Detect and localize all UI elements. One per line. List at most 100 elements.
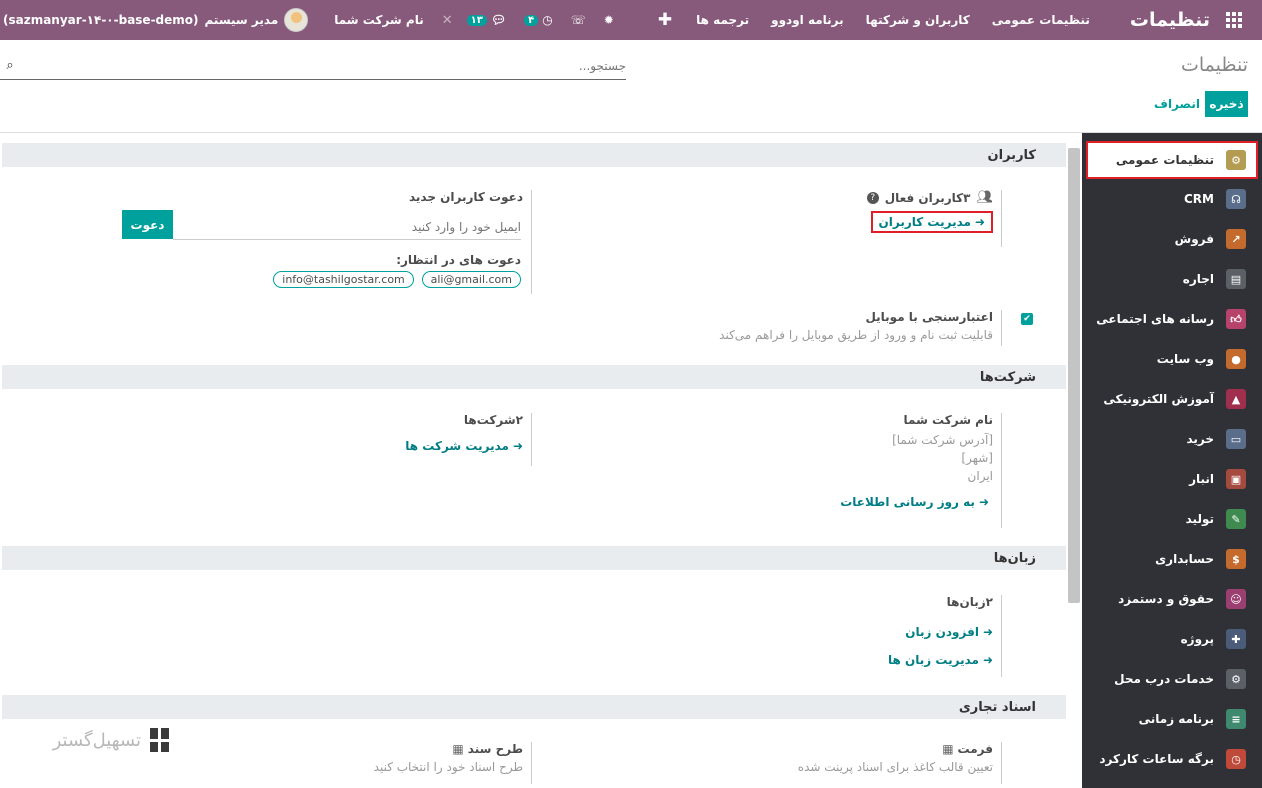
discard-button[interactable]: انصراف [1154,91,1200,117]
database-name: (sazmanyar-۱۴-۰-base-demo) [3,13,199,27]
manage-companies-link[interactable]: ➜مدیریت شرکت ها [405,439,523,453]
sidebar-item-label: وب سایت [1156,352,1214,366]
watermark: تسهیل‌گستر [24,720,169,760]
company-city: [شهر] [961,451,993,465]
company-address: [آدرس شرکت شما] [892,433,993,447]
sidebar-item[interactable]: $ حسابداری [1082,539,1262,579]
menu-translations[interactable]: ترجمه ها [696,13,749,27]
messages-menu[interactable]: ۱۳ 💬︎ [466,13,507,27]
sidebar-item[interactable]: ◷ برگه ساعات کارکرد [1082,739,1262,779]
sidebar-item[interactable]: ✎ تولید [1082,499,1262,539]
mobile-validation-title: اعتبارسنجی با موبایل [865,310,993,324]
search-input[interactable] [26,58,626,73]
service-icon: ⚙ [1226,669,1246,689]
companies-count: ۲شرکت‌ها [463,413,523,427]
companies-count-block: ۲شرکت‌ها ➜مدیریت شرکت ها [332,413,532,466]
company-name-label: نام شرکت شما [903,413,993,427]
sidebar-item-label: خدمات درب محل [1114,672,1214,686]
sidebar-item[interactable]: ▭ خرید [1082,419,1262,459]
manage-users-link[interactable]: ➜مدیریت کاربران [870,211,993,233]
sidebar-item-label: CRM [1184,192,1214,206]
sidebar-item-label: فروش [1174,232,1214,246]
mobile-validation-checkbox[interactable]: ✔ [1021,313,1033,325]
search-bar: ⌕ [0,52,626,80]
invite-button[interactable]: دعوت [122,210,173,239]
activities-menu[interactable]: ۴ ◷ [524,13,553,27]
credit-card-icon: ▭ [1226,429,1246,449]
plus-icon[interactable]: ✚ [658,10,672,30]
menu-users-companies[interactable]: کاربران و شرکتها [866,13,970,27]
sidebar-item[interactable]: ⚙ خدمات درب محل [1082,659,1262,699]
settings-sidebar: ⚙ تنظیمات عمومی ☊ CRM ↗ فروش ▤ اجاره 👍︎ رسانه های… [1082,133,1262,788]
user-name: مدیر سیستم [204,13,279,27]
languages-block: ۲زبان‌ها ➜افزودن زبان ➜مدیریت زبان ها [802,595,1002,677]
section-title: کاربران [987,147,1036,163]
sidebar-item-label: رسانه های اجتماعی [1096,312,1214,326]
sidebar-item[interactable]: ☊ CRM [1082,179,1262,219]
invite-email-input[interactable] [173,219,521,234]
calendar-icon: ▤ [1226,269,1246,289]
scrollbar[interactable] [1068,148,1080,603]
section-documents-header: اسناد تجاری [2,695,1066,719]
arrow-icon: ➜ [512,439,523,453]
sidebar-item-label: حسابداری [1155,552,1214,566]
clock-icon: ◷ [542,13,553,27]
users-icon: 👥︎ [976,190,993,205]
chat-icon: 💬︎ [490,13,507,27]
app-brand[interactable]: تنظیمات [1130,9,1210,31]
apps-menu-button[interactable] [1214,0,1254,40]
active-users-block: 👥︎ ۳کاربران فعال ? ➜مدیریت کاربران [782,190,1002,247]
arrow-icon: ➜ [982,653,993,667]
avatar [284,8,309,32]
section-title: اسناد تجاری [958,699,1036,715]
sidebar-item[interactable]: 👍︎ رسانه های اجتماعی [1082,299,1262,339]
search-icon[interactable]: ⌕ [0,58,20,73]
sidebar-item[interactable]: ▣ انبار [1082,459,1262,499]
save-button[interactable]: ذخیره [1205,91,1248,117]
pending-title: دعوت های در انتظار: [396,253,521,267]
layout-title: طرح سند [467,742,523,756]
thumbs-up-icon: 👍︎ [1226,309,1246,329]
pending-invite-tag[interactable]: ali@gmail.com [421,271,521,288]
menu-general-settings[interactable]: تنظیمات عمومی [992,13,1090,27]
sidebar-item[interactable]: ● وب سایت [1082,339,1262,379]
sidebar-item[interactable]: ↗ فروش [1082,219,1262,259]
help-icon[interactable]: ? [866,191,879,204]
bug-icon[interactable]: ✹ [604,13,614,27]
building-icon: ▦ [452,742,464,756]
pending-invite-tag[interactable]: info@tashilgostar.com [273,271,414,288]
invite-email-field[interactable] [173,214,521,240]
section-users-header: کاربران [2,143,1066,167]
menu-odoo-app[interactable]: برنامه اودوو [771,13,844,27]
mobile-validation-block: اعتبارسنجی با موبایل قابلیت ثبت نام و ور… [702,310,1002,346]
gear-icon: ⚙ [1226,150,1246,170]
sidebar-item-label: آموزش الکترونیکی [1103,392,1214,406]
sidebar-item[interactable]: ✚ پروژه [1082,619,1262,659]
sidebar-item[interactable]: ≡ برنامه زمانی [1082,699,1262,739]
manage-languages-link[interactable]: ➜مدیریت زبان ها [888,653,993,667]
sidebar-item[interactable]: ⚙ تنظیمات عمومی [1086,141,1258,179]
sidebar-item[interactable]: ▲ آموزش الکترونیکی [1082,379,1262,419]
check-icon: ✔ [1021,313,1033,325]
sidebar-item[interactable]: ▤ اجاره [1082,259,1262,299]
phone-icon[interactable]: ☏ [571,13,586,27]
sidebar-item-label: تنظیمات عمومی [1115,153,1214,167]
invoice-icon: $ [1226,549,1246,569]
document-format-block: فرمت ▦ تعیین قالب کاغذ برای اسناد پرینت … [702,742,1002,784]
sidebar-item-label: برنامه زمانی [1138,712,1214,726]
globe-icon: ● [1226,349,1246,369]
planning-icon: ≡ [1226,709,1246,729]
active-users-label: ۳کاربران فعال [884,190,971,205]
sidebar-item[interactable]: ☺ حقوق و دستمزد [1082,579,1262,619]
update-info-link[interactable]: ➜به روز رسانی اطلاعات [840,495,989,509]
sidebar-item-label: حقوق و دستمزد [1118,592,1214,606]
add-language-link[interactable]: ➜افزودن زبان [905,625,993,639]
invite-users-block: دعوت کاربران جدید دعوت های در انتظار: al… [112,190,532,294]
format-title: فرمت [957,742,993,756]
company-switcher[interactable]: نام شرکت شما [334,13,423,27]
user-menu[interactable]: مدیر سیستم [205,8,309,32]
section-companies-header: شرکت‌ها [2,365,1066,389]
format-desc: تعیین قالب کاغذ برای اسناد پرینت شده [797,760,993,774]
section-title: شرکت‌ها [979,369,1036,385]
close-icon[interactable]: ✕ [442,13,453,28]
